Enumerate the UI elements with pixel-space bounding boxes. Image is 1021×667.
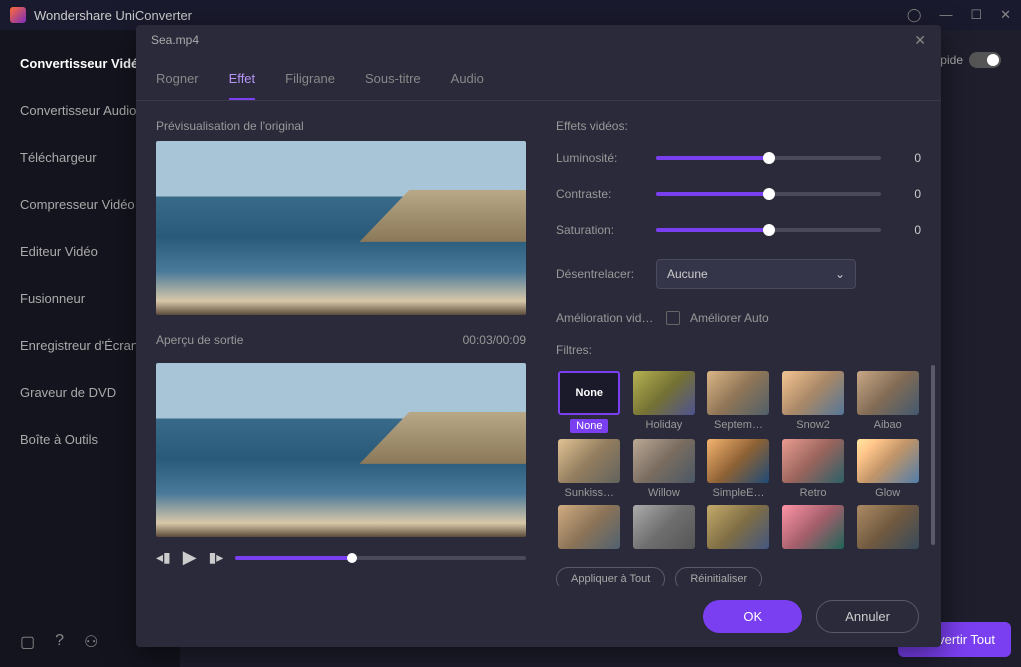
saturation-value: 0: [901, 223, 921, 237]
filter-12[interactable]: [705, 505, 772, 553]
saturation-label: Saturation:: [556, 223, 656, 237]
maximize-icon[interactable]: ☐: [970, 7, 982, 23]
chevron-down-icon: ⌄: [835, 267, 845, 281]
apply-all-button[interactable]: Appliquer à Tout: [556, 567, 665, 586]
output-preview: [156, 363, 526, 537]
filters-heading: Filtres:: [556, 343, 921, 357]
filter-holiday[interactable]: Holiday: [631, 371, 698, 433]
filter-glow[interactable]: Glow: [854, 439, 921, 499]
original-preview: [156, 141, 526, 315]
seek-thumb[interactable]: [347, 553, 357, 563]
reset-button[interactable]: Réinitialiser: [675, 567, 762, 586]
contrast-slider[interactable]: [656, 192, 881, 196]
filter-10[interactable]: [556, 505, 623, 553]
effects-heading: Effets vidéos:: [556, 119, 921, 133]
ok-button[interactable]: OK: [703, 600, 802, 633]
modal-footer: OK Annuler: [136, 586, 941, 647]
saturation-row: Saturation: 0: [556, 223, 921, 237]
tab-crop[interactable]: Rogner: [156, 63, 199, 100]
filter-actions: Appliquer à Tout Réinitialiser: [556, 567, 921, 586]
filter-14[interactable]: [854, 505, 921, 553]
brightness-row: Luminosité: 0: [556, 151, 921, 165]
original-preview-label: Prévisualisation de l'original: [156, 119, 526, 133]
enhance-row: Amélioration vid… Améliorer Auto: [556, 311, 921, 325]
brightness-label: Luminosité:: [556, 151, 656, 165]
contrast-value: 0: [901, 187, 921, 201]
brightness-value: 0: [901, 151, 921, 165]
tab-audio[interactable]: Audio: [451, 63, 484, 100]
modal-tabs: Rogner Effet Filigrane Sous-titre Audio: [136, 55, 941, 101]
effect-modal: Sea.mp4 ✕ Rogner Effet Filigrane Sous-ti…: [136, 25, 941, 647]
next-frame-icon[interactable]: ▮▸: [209, 549, 224, 566]
book-icon[interactable]: ▢: [20, 632, 35, 652]
filter-11[interactable]: [631, 505, 698, 553]
seek-bar[interactable]: [235, 556, 526, 560]
cancel-button[interactable]: Annuler: [816, 600, 919, 633]
deinterlace-label: Désentrelacer:: [556, 267, 656, 281]
app-title: Wondershare UniConverter: [34, 8, 192, 23]
filter-13[interactable]: [780, 505, 847, 553]
modal-header: Sea.mp4 ✕: [136, 25, 941, 55]
filter-simplee[interactable]: SimpleE…: [705, 439, 772, 499]
close-icon[interactable]: ✕: [914, 32, 926, 49]
filter-willow[interactable]: Willow: [631, 439, 698, 499]
saturation-slider[interactable]: [656, 228, 881, 232]
filter-retro[interactable]: Retro: [780, 439, 847, 499]
tab-subtitle[interactable]: Sous-titre: [365, 63, 421, 100]
modal-filename: Sea.mp4: [151, 33, 199, 47]
play-icon[interactable]: ▶: [183, 547, 197, 568]
enhance-auto-checkbox[interactable]: [666, 311, 680, 325]
playback-time: 00:03/00:09: [463, 333, 526, 355]
filters-scrollbar[interactable]: [931, 365, 935, 545]
enhance-auto-label: Améliorer Auto: [690, 311, 769, 325]
filters-grid: NoneNone Holiday Septem… Snow2 Aibao Sun…: [556, 371, 921, 553]
filter-aibao[interactable]: Aibao: [854, 371, 921, 433]
filter-none[interactable]: NoneNone: [556, 371, 623, 433]
enhance-label: Amélioration vid…: [556, 311, 656, 325]
help-icon[interactable]: ?: [55, 632, 64, 652]
player-controls: ◂▮ ▶ ▮▸: [156, 547, 526, 568]
filter-sunkissed[interactable]: Sunkiss…: [556, 439, 623, 499]
output-preview-label: Aperçu de sortie: [156, 333, 243, 347]
preview-column: Prévisualisation de l'original Aperçu de…: [156, 119, 526, 568]
filter-september[interactable]: Septem…: [705, 371, 772, 433]
deinterlace-row: Désentrelacer: Aucune ⌄: [556, 259, 921, 289]
filter-snow2[interactable]: Snow2: [780, 371, 847, 433]
brightness-slider[interactable]: [656, 156, 881, 160]
high-speed-toggle[interactable]: [969, 52, 1001, 68]
app-logo-icon: [10, 7, 26, 23]
tab-effect[interactable]: Effet: [229, 63, 256, 100]
minimize-icon[interactable]: —: [939, 7, 952, 23]
prev-frame-icon[interactable]: ◂▮: [156, 549, 171, 566]
deinterlace-select[interactable]: Aucune ⌄: [656, 259, 856, 289]
user-icon[interactable]: ⚇: [84, 632, 98, 652]
contrast-row: Contraste: 0: [556, 187, 921, 201]
effects-column: Effets vidéos: Luminosité: 0 Contraste: …: [556, 119, 921, 568]
account-icon[interactable]: ◯: [907, 7, 922, 23]
contrast-label: Contraste:: [556, 187, 656, 201]
tab-watermark[interactable]: Filigrane: [285, 63, 335, 100]
close-window-icon[interactable]: ✕: [1000, 7, 1011, 23]
window-controls: ◯ — ☐ ✕: [907, 7, 1011, 23]
